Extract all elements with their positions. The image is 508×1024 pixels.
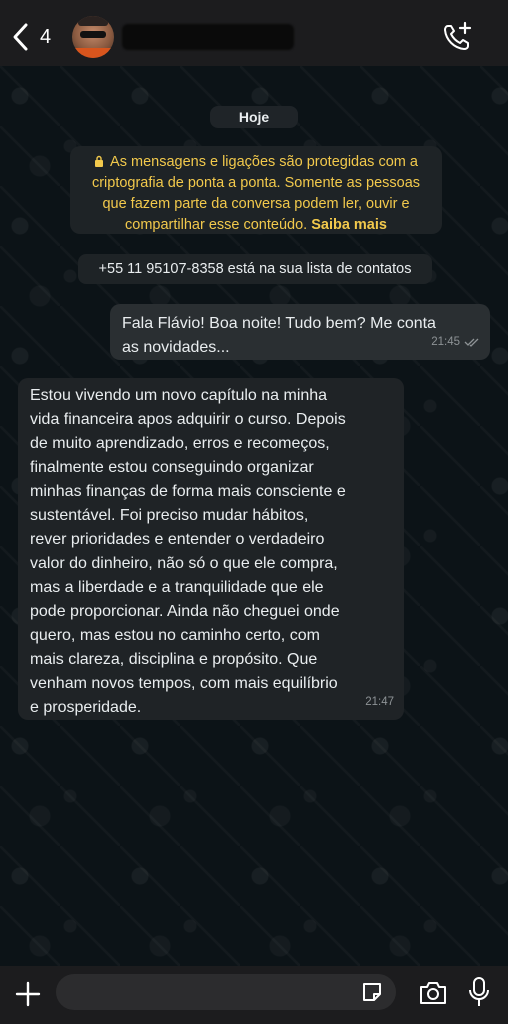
contact-name[interactable] [122, 24, 294, 50]
date-label: Hoje [210, 106, 298, 128]
sticker-icon[interactable] [360, 980, 384, 1004]
encryption-line-1: As mensagens e ligações são protegidas c… [110, 154, 418, 170]
chat-area: Hoje As mensagens e ligações são protegi… [0, 66, 508, 966]
plus-icon[interactable] [14, 980, 42, 1008]
message-line: quero, mas estou no caminho certo, com [30, 627, 320, 644]
contact-notice[interactable]: +55 11 95107-8358 está na sua lista de c… [78, 254, 432, 284]
avatar[interactable] [72, 16, 114, 58]
message-line: mais clareza, disciplina e propósito. Qu… [30, 651, 318, 668]
message-line: Estou vivendo um novo capítulo na minha [30, 387, 328, 404]
message-line: valor do dinheiro, não só o que ele comp… [30, 555, 338, 572]
lock-icon [95, 155, 104, 167]
message-line: mas a liberdade e a tranquilidade que el… [30, 579, 324, 596]
learn-more-link[interactable]: Saiba mais [311, 217, 387, 233]
camera-icon[interactable] [418, 980, 448, 1006]
message-line: finalmente estou conseguindo organizar [30, 459, 314, 476]
encryption-line-3: que fazem parte da conversa podem ler, o… [102, 196, 410, 212]
microphone-icon[interactable] [468, 976, 490, 1008]
message-line: venham novos tempos, com mais equilíbrio [30, 675, 338, 692]
chat-header: 4 [0, 0, 508, 66]
message-line: sustentável. Foi preciso mudar hábitos, [30, 507, 309, 524]
encryption-line-2: criptografia de ponta a ponta. Somente a… [91, 175, 421, 191]
message-time: 21:47 [365, 696, 394, 708]
encryption-line-4: compartilhar esse conteúdo. [125, 217, 308, 233]
message-line: as novidades... [122, 339, 230, 356]
message-meta: 21:47 [365, 690, 394, 714]
message-line: minhas finanças de forma mais consciente… [30, 483, 346, 500]
message-line: vida financeira apos adquirir o curso. D… [30, 411, 346, 428]
unread-count[interactable]: 4 [40, 26, 51, 49]
message-line: Fala Flávio! Boa noite! Tudo bem? Me con… [122, 315, 436, 332]
incoming-message[interactable]: Estou vivendo um novo capítulo na minha … [18, 378, 404, 720]
input-bar [0, 966, 508, 1024]
chevron-left-icon[interactable] [10, 22, 32, 52]
add-call-icon[interactable] [440, 20, 474, 54]
encryption-notice[interactable]: As mensagens e ligações são protegidas c… [70, 146, 442, 234]
outgoing-message[interactable]: Fala Flávio! Boa noite! Tudo bem? Me con… [110, 304, 490, 360]
read-ticks-icon [464, 338, 479, 347]
message-line: de muito aprendizado, erros e recomeços, [30, 435, 330, 452]
message-meta: 21:45 [431, 330, 480, 354]
message-input[interactable] [56, 974, 396, 1010]
message-line: pode proporcionar. Ainda não cheguei ond… [30, 603, 340, 620]
message-time: 21:45 [431, 336, 460, 348]
message-line: e prosperidade. [30, 699, 142, 716]
message-line: rever prioridades e entender o verdadeir… [30, 531, 325, 548]
